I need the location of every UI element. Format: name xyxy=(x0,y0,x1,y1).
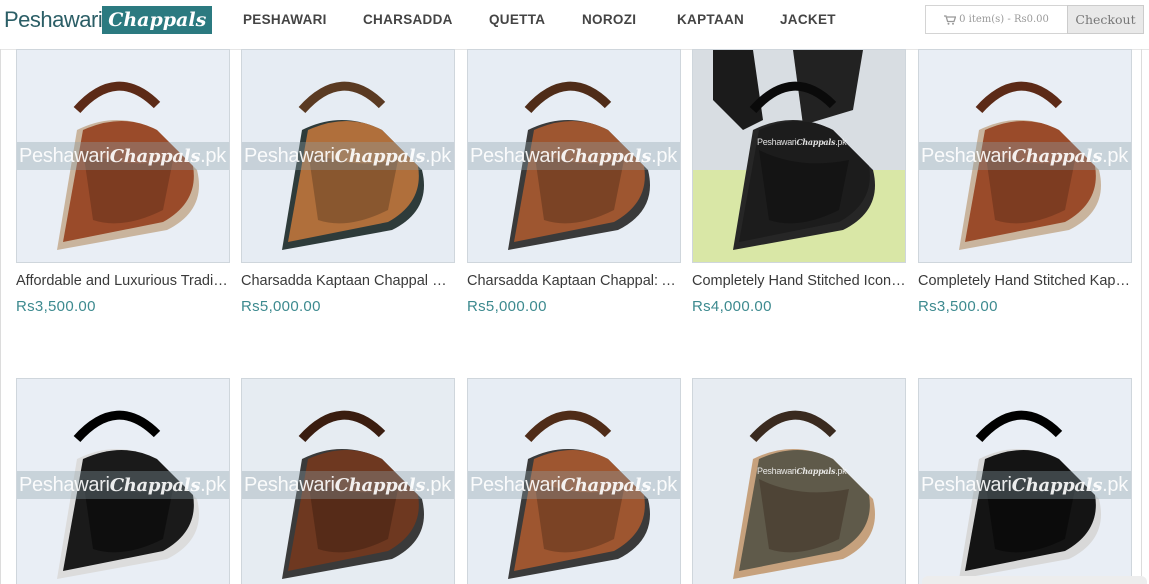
product-photo-shoe-icon xyxy=(693,50,905,262)
product-card[interactable]: Peshawari Chappals .pk xyxy=(241,378,455,584)
product-image[interactable]: Peshawari Chappals .pk xyxy=(241,49,455,263)
product-image[interactable]: Peshawari Chappals .pk xyxy=(16,378,230,584)
product-image[interactable]: Peshawari Chappals .pk xyxy=(918,378,1132,584)
nav-item-quetta[interactable]: QUETTA xyxy=(489,12,545,27)
product-card[interactable]: Peshawari Chappals .pk xyxy=(467,378,681,584)
product-card[interactable]: Peshawari Chappals .pk Affordable and Luxur… xyxy=(16,49,230,315)
product-price: Rs4,000.00 xyxy=(692,298,772,315)
product-image[interactable]: Peshawari Chappals .pk xyxy=(16,49,230,263)
product-title[interactable]: Charsadda Kaptaan Chappal: A Masterpiece xyxy=(467,273,681,289)
watermark: Peshawari Chappals .pk xyxy=(468,142,680,170)
product-card[interactable]: Peshawari Chappals .pk xyxy=(692,378,906,584)
product-card[interactable]: Peshawari Chappals .pk Completely Hand Stit… xyxy=(918,49,1132,315)
product-image[interactable]: Peshawari Chappals .pk xyxy=(692,49,906,263)
site-header: Peshawari Chappals PESHAWARI CHARSADDA Q… xyxy=(0,0,1149,50)
cart-icon xyxy=(944,14,957,25)
product-image[interactable]: Peshawari Chappals .pk xyxy=(692,378,906,584)
nav-item-charsadda[interactable]: CHARSADDA xyxy=(363,12,453,27)
watermark: Peshawari Chappals .pk xyxy=(757,137,847,147)
watermark: Peshawari Chappals .pk xyxy=(242,142,454,170)
product-card[interactable]: Peshawari Chappals .pk xyxy=(918,378,1132,584)
product-photo-shoe-icon xyxy=(693,379,905,584)
product-image[interactable]: Peshawari Chappals .pk xyxy=(467,49,681,263)
cart-summary-text: 0 item(s) - Rs0.00 xyxy=(959,14,1049,25)
product-price: Rs3,500.00 xyxy=(16,298,96,315)
scroll-to-top-tab[interactable] xyxy=(922,576,1147,584)
product-title[interactable]: Completely Hand Stitched Kaptaan Chappal xyxy=(918,273,1132,289)
product-price: Rs5,000.00 xyxy=(241,298,321,315)
product-card[interactable]: Peshawari Chappals .pk xyxy=(16,378,230,584)
watermark: Peshawari Chappals .pk xyxy=(468,471,680,499)
content-border-left xyxy=(0,49,1,584)
watermark: Peshawari Chappals .pk xyxy=(757,466,847,476)
watermark: Peshawari Chappals .pk xyxy=(919,142,1131,170)
site-logo[interactable]: Peshawari Chappals xyxy=(4,6,213,34)
cart-summary-button[interactable]: 0 item(s) - Rs0.00 xyxy=(925,5,1067,34)
product-title[interactable]: Affordable and Luxurious Traditional Pes… xyxy=(16,273,230,289)
content-border-right xyxy=(1141,49,1142,584)
logo-text-chappals: Chappals xyxy=(102,6,213,34)
watermark: Peshawari Chappals .pk xyxy=(919,471,1131,499)
product-image[interactable]: Peshawari Chappals .pk xyxy=(241,378,455,584)
product-image[interactable]: Peshawari Chappals .pk xyxy=(918,49,1132,263)
product-price: Rs5,000.00 xyxy=(467,298,547,315)
nav-item-norozi[interactable]: NOROZI xyxy=(582,12,636,27)
nav-item-kaptaan[interactable]: KAPTAAN xyxy=(677,12,744,27)
watermark: Peshawari Chappals .pk xyxy=(17,471,229,499)
product-card[interactable]: Peshawari Chappals .pk Charsadda Kaptaan Ch… xyxy=(467,49,681,315)
product-title[interactable]: Completely Hand Stitched Iconic Black Ch… xyxy=(692,273,906,289)
nav-item-jacket[interactable]: JACKET xyxy=(780,12,836,27)
logo-text-peshawari: Peshawari xyxy=(4,7,103,32)
product-title[interactable]: Charsadda Kaptaan Chappal with Tan Leath… xyxy=(241,273,455,289)
product-card[interactable]: Peshawari Chappals .pk Charsadda Kaptaan Ch… xyxy=(241,49,455,315)
product-image[interactable]: Peshawari Chappals .pk xyxy=(467,378,681,584)
product-price: Rs3,500.00 xyxy=(918,298,998,315)
product-card[interactable]: Peshawari Chappals .pk Completely Hand Stit… xyxy=(692,49,906,315)
watermark: Peshawari Chappals .pk xyxy=(242,471,454,499)
watermark: Peshawari Chappals .pk xyxy=(17,142,229,170)
nav-item-peshawari[interactable]: PESHAWARI xyxy=(243,12,327,27)
checkout-button[interactable]: Checkout xyxy=(1067,5,1144,34)
